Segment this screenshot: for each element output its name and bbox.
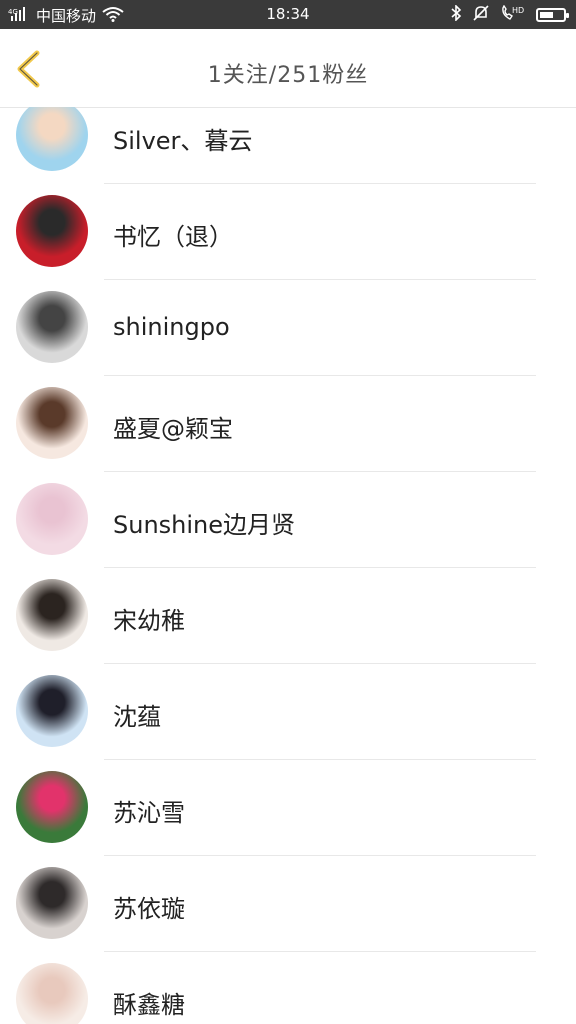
- avatar[interactable]: [16, 675, 88, 747]
- row-divider: [104, 183, 536, 184]
- user-name: 宋幼稚: [113, 607, 185, 635]
- user-name: 沈蕴: [113, 703, 161, 731]
- avatar[interactable]: [16, 387, 88, 459]
- page-header: 1关注/251粉丝: [0, 29, 576, 108]
- avatar[interactable]: [16, 483, 88, 555]
- user-list[interactable]: Silver、暮云 书忆（退） shiningpo 盛夏@颖宝 Sunshine边月贤宋…: [0, 107, 576, 1024]
- status-bar: 4G 中国移动 18:34 HD: [0, 0, 576, 29]
- user-name: Sunshine边月贤: [113, 511, 296, 539]
- user-name: 书忆（退）: [113, 223, 233, 251]
- row-divider: [104, 951, 536, 952]
- row-divider: [104, 375, 536, 376]
- row-divider: [104, 471, 536, 472]
- user-list-item[interactable]: 宋幼稚: [0, 579, 576, 675]
- user-name: Silver、暮云: [113, 127, 253, 155]
- mute-icon: [472, 5, 490, 25]
- avatar[interactable]: [16, 963, 88, 1024]
- avatar[interactable]: [16, 579, 88, 651]
- battery-fill: [540, 12, 553, 18]
- user-list-item[interactable]: 盛夏@颖宝: [0, 387, 576, 483]
- avatar[interactable]: [16, 867, 88, 939]
- battery-icon: [536, 8, 569, 22]
- row-divider: [104, 567, 536, 568]
- bluetooth-icon: [450, 4, 462, 25]
- user-name: shiningpo: [113, 313, 230, 341]
- row-divider: [104, 855, 536, 856]
- user-list-item[interactable]: Silver、暮云: [0, 107, 576, 195]
- row-divider: [104, 759, 536, 760]
- avatar[interactable]: [16, 771, 88, 843]
- hd-label: HD: [512, 6, 524, 15]
- user-list-item[interactable]: shiningpo: [0, 291, 576, 387]
- user-list-item[interactable]: Sunshine边月贤: [0, 483, 576, 579]
- user-name: 盛夏@颖宝: [113, 415, 233, 443]
- avatar[interactable]: [16, 195, 88, 267]
- hd-call-icon: HD: [500, 4, 526, 25]
- user-list-item[interactable]: 苏依璇: [0, 867, 576, 963]
- user-list-item[interactable]: 酥鑫糖: [0, 963, 576, 1024]
- row-divider: [104, 279, 536, 280]
- user-name: 苏沁雪: [113, 799, 185, 827]
- avatar[interactable]: [16, 291, 88, 363]
- status-right: HD: [450, 4, 569, 25]
- user-name: 苏依璇: [113, 895, 185, 923]
- user-list-item[interactable]: 苏沁雪: [0, 771, 576, 867]
- user-name: 酥鑫糖: [113, 991, 185, 1019]
- page-title: 1关注/251粉丝: [207, 63, 369, 88]
- row-divider: [104, 663, 536, 664]
- user-list-item[interactable]: 书忆（退）: [0, 195, 576, 291]
- avatar[interactable]: [16, 107, 88, 171]
- user-list-item[interactable]: 沈蕴: [0, 675, 576, 771]
